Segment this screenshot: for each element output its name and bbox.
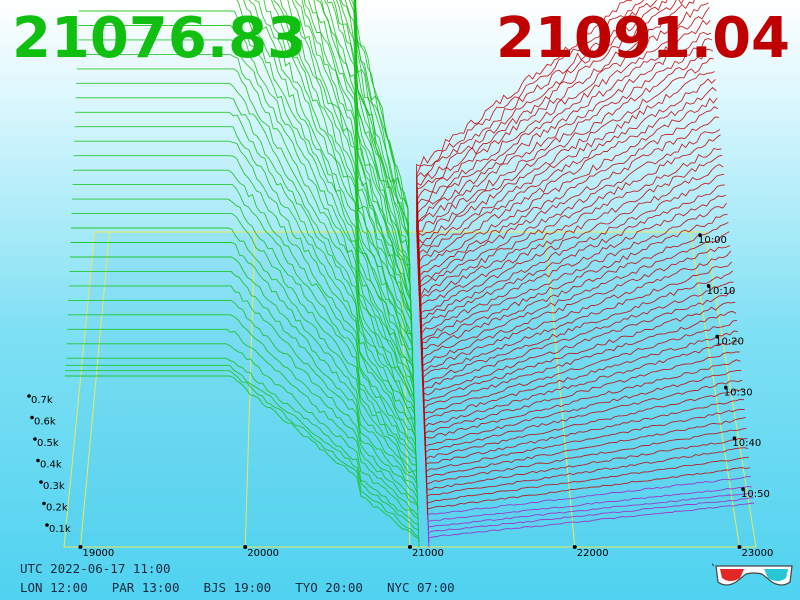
bid-depth-line: [355, 0, 409, 232]
time-tick-label: 10:00: [698, 235, 727, 246]
volume-tick-label: 0.6k: [34, 417, 56, 428]
ask-depth-line: [416, 0, 644, 238]
price-tick-label: 22000: [577, 548, 609, 559]
tz-clock-bjs: BJS 19:00: [203, 580, 272, 595]
3d-glasses-icon[interactable]: [712, 560, 796, 592]
price-tick-label: 20000: [247, 548, 279, 559]
bid-depth-line: [353, 0, 410, 259]
tz-clock-lon: LON 12:00: [20, 580, 88, 595]
time-tick-label: 10:50: [741, 489, 770, 500]
tz-clock-par: PAR 13:00: [111, 580, 180, 595]
volume-tick-label: 0.7k: [31, 395, 53, 406]
volume-tick-label: 0.5k: [37, 438, 59, 449]
time-tick-label: 10:20: [715, 337, 744, 348]
ask-depth-line: [416, 0, 658, 243]
tz-clock-tyo: TYO 20:00: [295, 580, 363, 595]
ask-depth-line: [416, 0, 668, 248]
price-tick-label: 19000: [82, 548, 114, 559]
time-tick-label: 10:30: [724, 387, 753, 398]
bid-depth-line: [354, 0, 409, 243]
utc-timestamp: UTC 2022-06-17 11:00: [20, 561, 171, 576]
volume-tick-label: 0.1k: [49, 524, 71, 535]
depth-chart: 19000 20000 21000 22000 23000 0.1k 0.2k 0.3k 0.4…: [27, 0, 774, 559]
time-tick-label: 10:40: [732, 438, 761, 449]
timezone-clocks: LON 12:00 PAR 13:00 BJS 19:00 TYO 20:00 NYC …: [20, 580, 479, 595]
volume-tick-label: 0.3k: [43, 481, 65, 492]
price-tick-label: 23000: [742, 548, 774, 559]
time-tick-label: 10:10: [707, 286, 736, 297]
volume-tick-label: 0.2k: [46, 503, 68, 514]
tz-clock-nyc: NYC 07:00: [386, 580, 455, 595]
volume-tick-label: 0.4k: [40, 460, 62, 471]
price-tick-label: 21000: [412, 548, 444, 559]
